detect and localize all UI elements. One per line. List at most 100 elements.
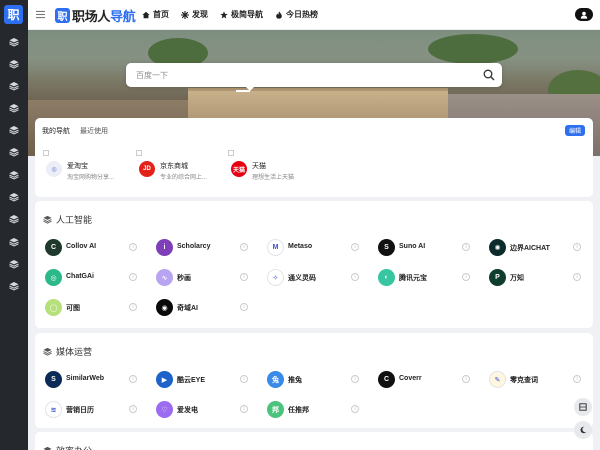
- favorite-item[interactable]: JD 京东商城 专业的综合网上...: [136, 150, 226, 182]
- favorite-desc: 理想生活上天猫: [252, 175, 295, 181]
- tool-name: 营销日历: [66, 407, 94, 414]
- favorite-name: 爱淘宝: [67, 163, 88, 170]
- info-icon[interactable]: i: [240, 303, 248, 311]
- brand-logo[interactable]: 职 职场人导航: [55, 6, 136, 25]
- tool-item[interactable]: ◐ 腾讯元宝 i: [378, 269, 488, 289]
- layers-icon: [43, 347, 52, 356]
- sidebar-category-icon[interactable]: [9, 170, 19, 180]
- info-icon[interactable]: i: [351, 273, 359, 281]
- display-toggle-button[interactable]: [574, 398, 592, 416]
- sidebar-category-icon[interactable]: [9, 103, 19, 113]
- tool-logo-icon: i: [156, 239, 173, 256]
- info-icon[interactable]: i: [351, 405, 359, 413]
- info-icon[interactable]: i: [351, 375, 359, 383]
- tool-item[interactable]: ≋ 营销日历 i: [45, 401, 155, 421]
- info-icon[interactable]: i: [462, 243, 470, 251]
- sidebar-category-icon[interactable]: [9, 147, 19, 157]
- tool-item[interactable]: ✎ 零克查词 i: [489, 371, 599, 391]
- nav-minimal[interactable]: 极简导航: [220, 9, 263, 20]
- nav-discover[interactable]: 发现: [181, 9, 208, 20]
- info-icon[interactable]: i: [129, 375, 137, 383]
- sidebar-category-icon[interactable]: [9, 281, 19, 291]
- tool-logo-icon: ∿: [156, 269, 173, 286]
- search-icon[interactable]: [483, 69, 495, 81]
- info-icon[interactable]: i: [351, 243, 359, 251]
- tool-item[interactable]: C Collov AI i: [45, 239, 155, 259]
- info-icon[interactable]: i: [129, 273, 137, 281]
- site-logo-icon[interactable]: 职: [4, 5, 23, 24]
- info-icon[interactable]: i: [462, 273, 470, 281]
- tool-logo-icon: S: [378, 239, 395, 256]
- left-sidebar: 职: [0, 0, 28, 450]
- tool-item[interactable]: 邦任推邦 i: [267, 401, 377, 421]
- search-input[interactable]: [136, 69, 436, 81]
- sidebar-category-icon[interactable]: [9, 192, 19, 202]
- favorite-item[interactable]: 天猫 天猫 理想生活上天猫: [228, 150, 318, 182]
- tool-name: 万知: [510, 275, 524, 282]
- tool-item[interactable]: C Coverr i: [378, 371, 488, 391]
- tool-item[interactable]: ✧ 通义灵码 i: [267, 269, 377, 289]
- layers-icon: [43, 215, 52, 224]
- tool-logo-icon: 兔: [267, 371, 284, 388]
- info-icon[interactable]: i: [462, 375, 470, 383]
- user-icon: [580, 11, 588, 19]
- tool-item[interactable]: ▶ 酷云EYE i: [156, 371, 266, 391]
- broken-image-icon: [136, 150, 142, 156]
- broken-image-icon: [43, 150, 49, 156]
- favorite-logo-icon: ◎: [46, 161, 62, 177]
- info-icon[interactable]: i: [240, 405, 248, 413]
- hamburger-menu-icon[interactable]: [36, 10, 45, 19]
- info-icon[interactable]: i: [240, 273, 248, 281]
- info-icon[interactable]: i: [240, 243, 248, 251]
- sidebar-category-icon[interactable]: [9, 214, 19, 224]
- tool-item[interactable]: P 万知 i: [489, 269, 599, 289]
- edit-button[interactable]: 编辑: [564, 125, 585, 136]
- category-card: 人工智能 C Collov AI i i Scholarcy i M Metaso i S Suno …: [35, 201, 593, 328]
- sidebar-category-icon[interactable]: [9, 237, 19, 247]
- info-icon[interactable]: i: [573, 273, 581, 281]
- tool-item[interactable]: ◉ 奇域AI i: [156, 299, 266, 319]
- info-icon[interactable]: i: [129, 303, 137, 311]
- tool-name: 可图: [66, 305, 80, 312]
- info-icon[interactable]: i: [129, 243, 137, 251]
- tool-logo-icon: C: [45, 239, 62, 256]
- info-icon[interactable]: i: [240, 375, 248, 383]
- tool-item[interactable]: ◎ ChatGAi i: [45, 269, 155, 289]
- tab-my-nav[interactable]: 我的导航: [42, 126, 70, 136]
- tool-item[interactable]: ✺ 边界AICHAT i: [489, 239, 599, 259]
- tab-recent[interactable]: 最近使用: [80, 126, 108, 136]
- info-icon[interactable]: i: [573, 375, 581, 383]
- tool-name: SimilarWeb: [66, 375, 104, 382]
- nav-home[interactable]: 首页: [142, 9, 169, 20]
- tool-item[interactable]: ◯ 可图 i: [45, 299, 155, 319]
- info-icon[interactable]: i: [573, 243, 581, 251]
- sparkle-icon: [181, 10, 189, 19]
- tool-logo-icon: 邦: [267, 401, 284, 418]
- tool-name: 酷云EYE: [177, 377, 206, 384]
- tool-item[interactable]: ♡ 爱发电 i: [156, 401, 266, 421]
- tool-logo-icon: C: [378, 371, 395, 388]
- tool-item[interactable]: S Suno AI i: [378, 239, 488, 259]
- sidebar-category-icon[interactable]: [9, 125, 19, 135]
- tool-item[interactable]: 兔推兔 i: [267, 371, 377, 391]
- tool-item[interactable]: i Scholarcy i: [156, 239, 266, 259]
- tool-name: 腾讯元宝: [399, 275, 427, 282]
- category-title: 媒体运营: [43, 345, 92, 358]
- tool-item[interactable]: ∿ 秒画 i: [156, 269, 266, 289]
- sidebar-category-icon[interactable]: [9, 81, 19, 91]
- nav-hot[interactable]: 今日热榜: [275, 9, 318, 20]
- sidebar-category-icon[interactable]: [9, 37, 19, 47]
- user-avatar-button[interactable]: [575, 8, 593, 21]
- sidebar-category-icon[interactable]: [9, 59, 19, 69]
- tool-logo-icon: P: [489, 269, 506, 286]
- tool-name: 通义灵码: [288, 275, 316, 282]
- info-icon[interactable]: i: [129, 405, 137, 413]
- sidebar-category-icon[interactable]: [9, 259, 19, 269]
- favorite-item[interactable]: ◎ 爱淘宝 淘宝网购物分享...: [43, 150, 133, 182]
- tool-logo-icon: ✎: [489, 371, 506, 388]
- flame-icon: [276, 10, 282, 19]
- tool-item[interactable]: M Metaso i: [267, 239, 377, 259]
- theme-toggle-button[interactable]: [574, 421, 592, 439]
- tool-name: 推兔: [288, 377, 302, 384]
- tool-item[interactable]: S SimilarWeb i: [45, 371, 155, 391]
